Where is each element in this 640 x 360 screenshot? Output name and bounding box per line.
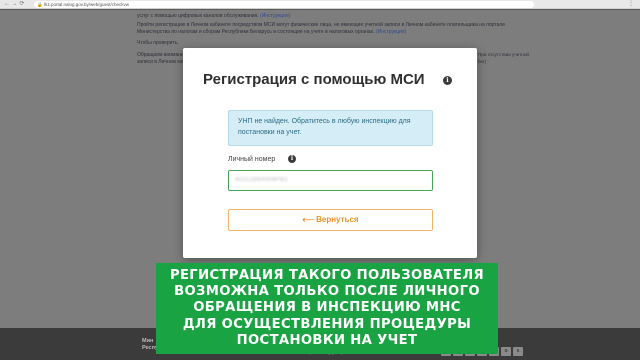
info-alert: УНП не найден. Обратитесь в любую инспек…	[228, 110, 433, 146]
bg-text-line: записи в Личном каб	[137, 58, 186, 65]
address-bar[interactable]: lk1.portal.nalog.gov.by/web/guest/checkv…	[34, 1, 534, 8]
browser-nav-icons[interactable]: ← → ⟳	[4, 1, 24, 8]
registration-modal: Регистрация с помощью МСИ i УНП не найде…	[183, 48, 477, 258]
browser-toolbar: ← → ⟳ lk1.portal.nalog.gov.by/web/guest/…	[0, 0, 640, 9]
back-button[interactable]: ⟵ Вернуться	[228, 209, 433, 231]
social-icon[interactable]: o	[501, 347, 511, 356]
browser-menu-icon[interactable]: ⋮	[628, 1, 634, 8]
personal-number-value: 4021286A004PB1	[235, 177, 288, 183]
bg-text-line: Чтобы проверить,	[137, 40, 179, 46]
personal-number-label: Личный номер	[228, 156, 276, 163]
lock-icon: 🔒	[37, 2, 43, 7]
info-icon[interactable]: i	[288, 155, 296, 163]
modal-title: Регистрация с помощью МСИ	[203, 71, 425, 88]
bg-instruction-link[interactable]: (Инструкция)	[376, 29, 406, 35]
personal-number-input[interactable]: 4021286A004PB1	[228, 170, 433, 191]
caption-text: РЕГИСТРАЦИЯ ТАКОГО ПОЛЬЗОВАТЕЛЯ ВОЗМОЖНА…	[169, 268, 485, 348]
social-icon[interactable]: s	[513, 347, 523, 356]
bg-text-line: услуг с помощью цифровых каналов обслужи…	[137, 13, 291, 19]
caption-banner: РЕГИСТРАЦИЯ ТАКОГО ПОЛЬЗОВАТЕЛЯ ВОЗМОЖНА…	[156, 263, 498, 354]
bg-text-line: Министерства по налогам и сборам Республ…	[137, 28, 407, 35]
bg-side-text: При отсутствии учетной ber)	[478, 52, 529, 64]
info-icon[interactable]: i	[443, 76, 452, 85]
bg-instruction-link[interactable]: (Инструкция)	[260, 13, 290, 19]
url-text: lk1.portal.nalog.gov.by/web/guest/checkv…	[44, 2, 129, 7]
